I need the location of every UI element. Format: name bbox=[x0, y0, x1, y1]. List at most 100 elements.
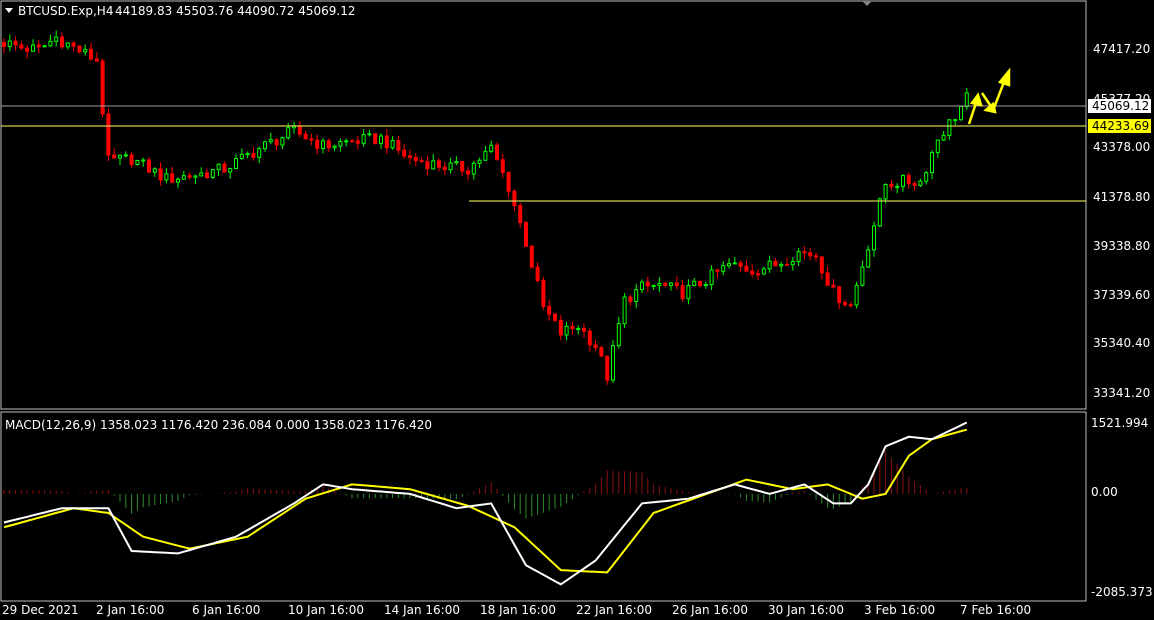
symbol-label: BTCUSD.Exp,H4 bbox=[18, 4, 113, 18]
bull-candle bbox=[860, 266, 865, 286]
bull-candle bbox=[65, 42, 70, 48]
bear-candle bbox=[785, 263, 789, 266]
time-tick-label: 6 Jan 16:00 bbox=[192, 603, 260, 617]
bull-candle bbox=[176, 178, 180, 183]
bull-candle bbox=[877, 198, 882, 227]
bull-candle bbox=[703, 284, 708, 287]
bull-candle bbox=[790, 261, 795, 266]
bear-candle bbox=[251, 153, 256, 158]
bull-candle bbox=[338, 141, 343, 147]
bull-candle bbox=[141, 159, 146, 162]
price-tick-label: 35340.40 bbox=[1093, 336, 1150, 350]
bear-candle bbox=[297, 125, 302, 135]
bear-candle bbox=[593, 344, 598, 349]
bull-candle bbox=[779, 263, 784, 267]
time-tick-label: 29 Dec 2021 bbox=[2, 603, 79, 617]
bull-candle bbox=[669, 282, 673, 287]
bear-candle bbox=[25, 47, 30, 52]
bear-candle bbox=[106, 113, 111, 156]
bull-candle bbox=[239, 153, 244, 160]
bull-candle bbox=[483, 150, 488, 161]
trading-chart[interactable]: BTCUSD.Exp,H4 44189.83 45503.76 44090.72… bbox=[0, 0, 1154, 620]
bull-candle bbox=[42, 45, 47, 48]
bear-candle bbox=[889, 183, 894, 188]
bear-candle bbox=[500, 159, 505, 173]
bear-candle bbox=[77, 45, 82, 53]
bear-candle bbox=[541, 279, 546, 307]
bear-candle bbox=[744, 265, 749, 272]
bear-candle bbox=[587, 330, 592, 346]
bull-candle bbox=[686, 285, 691, 300]
bear-candle bbox=[437, 160, 441, 168]
bull-candle bbox=[257, 148, 262, 158]
bull-candle bbox=[796, 251, 801, 263]
bull-candle bbox=[947, 119, 952, 136]
bear-candle bbox=[756, 273, 760, 276]
bear-candle bbox=[460, 161, 465, 172]
bull-candle bbox=[761, 268, 766, 275]
bear-candle bbox=[837, 286, 842, 303]
bull-candle bbox=[895, 185, 900, 188]
level-price-tag: 44233.69 bbox=[1088, 119, 1151, 133]
bull-candle bbox=[657, 282, 662, 286]
bear-candle bbox=[408, 155, 412, 159]
bull-candle bbox=[454, 161, 459, 164]
bear-candle bbox=[222, 163, 227, 173]
bull-candle bbox=[199, 172, 204, 177]
bull-candle bbox=[918, 180, 923, 186]
bear-candle bbox=[715, 269, 720, 272]
bear-candle bbox=[396, 139, 401, 151]
price-tick-label: 43378.00 bbox=[1093, 140, 1150, 154]
time-tick-label: 7 Feb 16:00 bbox=[960, 603, 1031, 617]
bear-candle bbox=[529, 245, 534, 268]
bull-candle bbox=[953, 119, 958, 122]
bear-candle bbox=[674, 282, 679, 287]
price-tick-label: 39338.80 bbox=[1093, 239, 1150, 253]
ohlc-values: 44189.83 45503.76 44090.72 45069.12 bbox=[115, 4, 355, 18]
bull-candle bbox=[280, 137, 285, 146]
bear-candle bbox=[147, 159, 151, 173]
bear-candle bbox=[848, 304, 853, 307]
bull-candle bbox=[651, 284, 656, 287]
macd-tick-label: 0.00 bbox=[1091, 485, 1118, 499]
bear-candle bbox=[170, 173, 175, 183]
bull-candle bbox=[390, 139, 395, 149]
bear-candle bbox=[518, 205, 523, 224]
bull-candle bbox=[83, 48, 88, 53]
bear-candle bbox=[13, 40, 18, 46]
bear-candle bbox=[36, 44, 41, 48]
macd-tick-label: -2085.373 bbox=[1091, 585, 1153, 599]
bull-candle bbox=[935, 139, 940, 154]
bear-candle bbox=[814, 255, 818, 258]
time-tick-label: 22 Jan 16:00 bbox=[576, 603, 652, 617]
current-price-tag: 45069.12 bbox=[1088, 99, 1151, 113]
bull-candle bbox=[564, 325, 569, 336]
bear-candle bbox=[495, 144, 499, 161]
time-axis: 29 Dec 2021 2 Jan 16:00 6 Jan 16:00 10 J… bbox=[2, 603, 1031, 617]
bear-candle bbox=[303, 133, 308, 140]
bear-candle bbox=[89, 48, 93, 60]
bear-candle bbox=[112, 154, 117, 159]
bear-candle bbox=[442, 166, 447, 171]
bull-candle bbox=[268, 139, 273, 143]
bear-candle bbox=[819, 256, 824, 274]
bull-candle bbox=[854, 284, 859, 306]
bear-candle bbox=[773, 260, 778, 267]
bear-candle bbox=[843, 301, 847, 306]
bear-candle bbox=[158, 168, 163, 181]
time-tick-label: 18 Jan 16:00 bbox=[480, 603, 556, 617]
bull-candle bbox=[123, 154, 128, 157]
bear-candle bbox=[802, 251, 807, 254]
bull-candle bbox=[692, 280, 697, 287]
bear-candle bbox=[750, 270, 755, 275]
bull-candle bbox=[152, 168, 157, 173]
bull-candle bbox=[883, 183, 888, 200]
bull-candle bbox=[767, 260, 772, 270]
bull-candle bbox=[634, 289, 639, 303]
bear-candle bbox=[94, 58, 99, 62]
chart-background bbox=[0, 0, 1154, 620]
time-tick-label: 14 Jan 16:00 bbox=[384, 603, 460, 617]
bear-candle bbox=[425, 161, 430, 170]
bull-candle bbox=[361, 133, 366, 144]
bear-candle bbox=[825, 272, 830, 286]
